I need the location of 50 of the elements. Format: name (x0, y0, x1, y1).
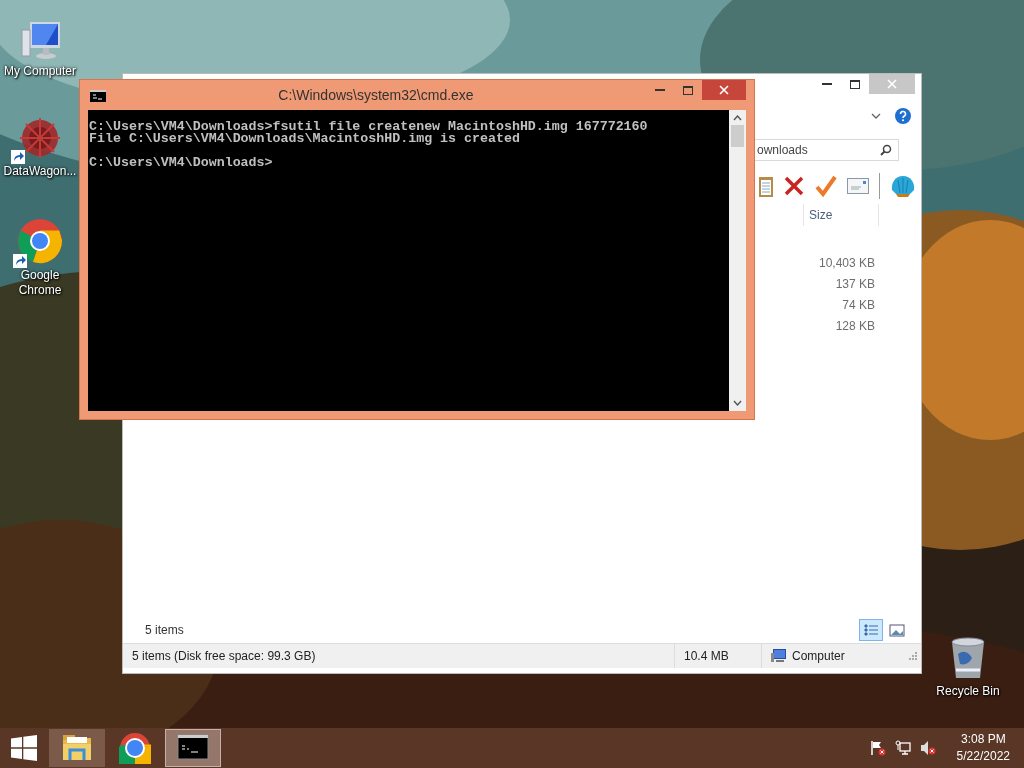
status-summary: 5 items (Disk free space: 99.3 GB) (123, 644, 675, 668)
icon-label: DataWagon... (2, 164, 78, 179)
maximize-icon (850, 79, 860, 89)
close-icon (719, 85, 729, 95)
console-icon (90, 90, 106, 102)
clipboard-icon[interactable] (759, 175, 773, 197)
search-field[interactable]: ownloads (755, 139, 899, 161)
volume-muted-icon[interactable] (919, 740, 936, 756)
icon-label: Google Chrome (17, 268, 63, 298)
shell-icon[interactable] (890, 175, 916, 197)
file-size: 74 KB (841, 297, 875, 314)
search-icon (880, 144, 892, 156)
chrome-icon[interactable] (17, 218, 63, 264)
network-icon[interactable] (894, 740, 911, 756)
flag-icon[interactable] (869, 740, 886, 756)
minimize-icon (655, 89, 665, 91)
taskbar-button[interactable] (49, 729, 105, 767)
checkmark-icon[interactable] (815, 175, 837, 197)
delete-icon[interactable] (783, 175, 805, 197)
console-output: C:\Users\VM4\Downloads>fsutil file createnew MacintoshHD.img 167772160 File C:\Users\VM4\Downloads\MacintoshHD.img is created C:\Users\VM4\Downloads> (88, 118, 649, 172)
window-title: C:\Windows\system32\cmd.exe (277, 86, 475, 105)
file-size: 128 KB (834, 318, 875, 335)
details-view-icon[interactable] (859, 619, 883, 641)
windows-logo-icon[interactable] (11, 735, 37, 761)
taskbar-button[interactable] (165, 729, 221, 767)
close-button[interactable] (702, 80, 746, 100)
item-count: 5 items (145, 623, 184, 637)
maximize-icon (683, 85, 693, 95)
minimize-icon (822, 83, 832, 85)
envelope-icon[interactable] (847, 178, 869, 194)
clock-date[interactable]: 5/22/2022 (956, 748, 1010, 765)
resize-grip-icon[interactable] (909, 652, 917, 660)
icon-label: My Computer (3, 64, 77, 79)
clock-time[interactable]: 3:08 PM (960, 731, 1006, 748)
scroll-down-icon[interactable] (733, 400, 742, 406)
shortcut-arrow-icon[interactable] (13, 254, 27, 268)
file-size: 137 KB (834, 276, 875, 293)
computer-icon (771, 649, 787, 663)
scrollbar[interactable] (729, 110, 746, 411)
icon-label: Recycle Bin (935, 684, 1001, 699)
status-size: 10.4 MB (675, 644, 762, 668)
column-header[interactable]: Size (803, 204, 879, 226)
help-icon[interactable] (895, 108, 911, 124)
shortcut-arrow-icon[interactable] (11, 150, 25, 164)
scroll-up-icon[interactable] (733, 115, 742, 121)
close-icon (887, 79, 897, 89)
file-size: 10,403 KB (817, 255, 875, 272)
status-location: Computer (792, 648, 845, 665)
chevron-icon[interactable] (871, 113, 881, 119)
scroll-thumb[interactable] (731, 125, 744, 147)
